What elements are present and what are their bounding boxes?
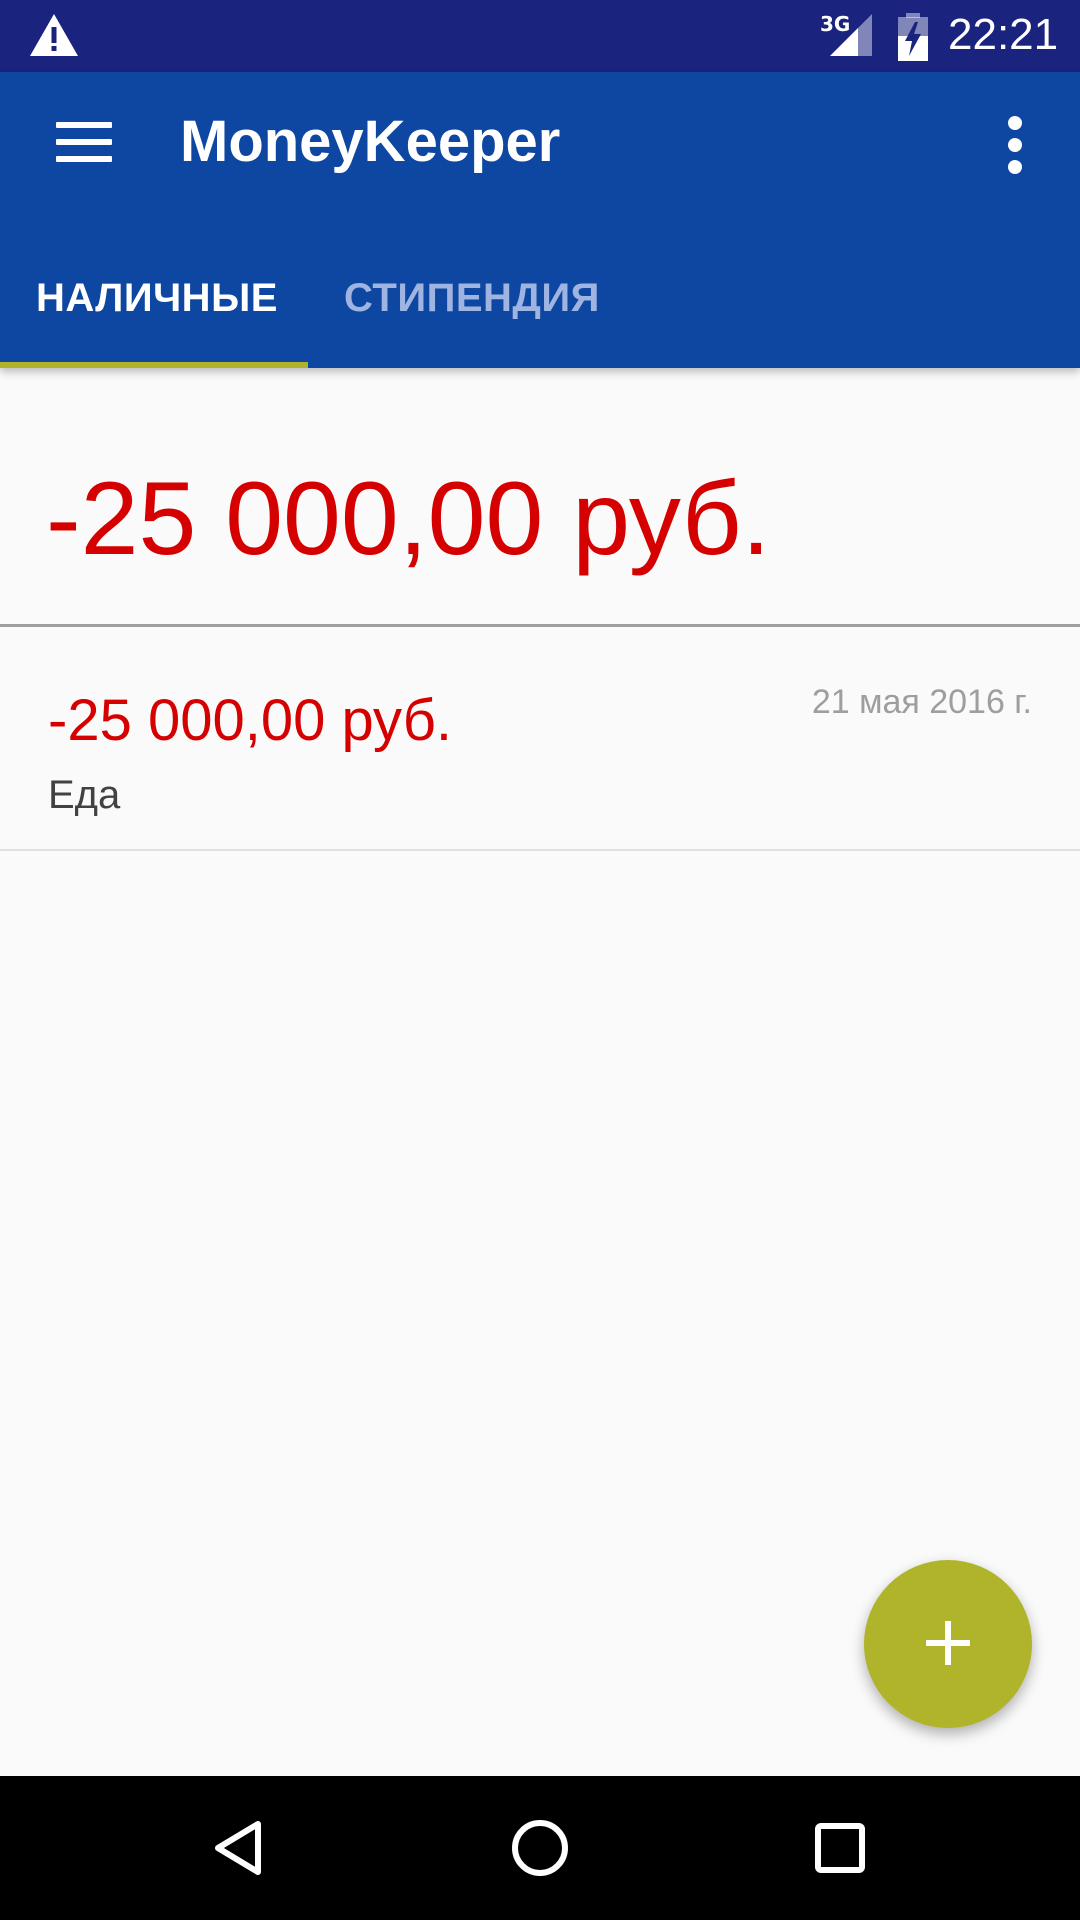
transaction-date: 21 мая 2016 г.: [811, 683, 1032, 721]
transaction-category: Еда: [48, 773, 121, 817]
add-transaction-button[interactable]: [864, 1560, 1032, 1728]
signal-icon: [830, 14, 872, 56]
tab-stipend[interactable]: СТИПЕНДИЯ: [344, 276, 600, 362]
system-nav-bar: [0, 1776, 1080, 1920]
overflow-menu-button[interactable]: [990, 112, 1040, 178]
status-time: 22:21: [948, 10, 1059, 59]
transaction-amount: -25 000,00 руб.: [48, 688, 453, 753]
tab-indicator: [0, 362, 308, 368]
battery-charging-icon: [898, 13, 928, 61]
menu-button[interactable]: [40, 112, 130, 172]
divider: [0, 849, 1080, 851]
tab-cash[interactable]: НАЛИЧНЫЕ: [36, 276, 278, 362]
back-icon[interactable]: [206, 1812, 278, 1884]
recents-icon[interactable]: [804, 1812, 876, 1884]
status-bar: 3G 22:21: [0, 0, 1080, 72]
transaction-row[interactable]: -25 000,00 руб. 21 мая 2016 г. Еда: [0, 627, 1080, 849]
home-icon[interactable]: [504, 1812, 576, 1884]
app-title: MoneyKeeper: [180, 109, 561, 174]
warning-icon: [30, 14, 78, 56]
account-total: -25 000,00 руб.: [46, 461, 771, 577]
app-bar: MoneyKeeper НАЛИЧНЫЕ СТИПЕНДИЯ: [0, 72, 1080, 368]
